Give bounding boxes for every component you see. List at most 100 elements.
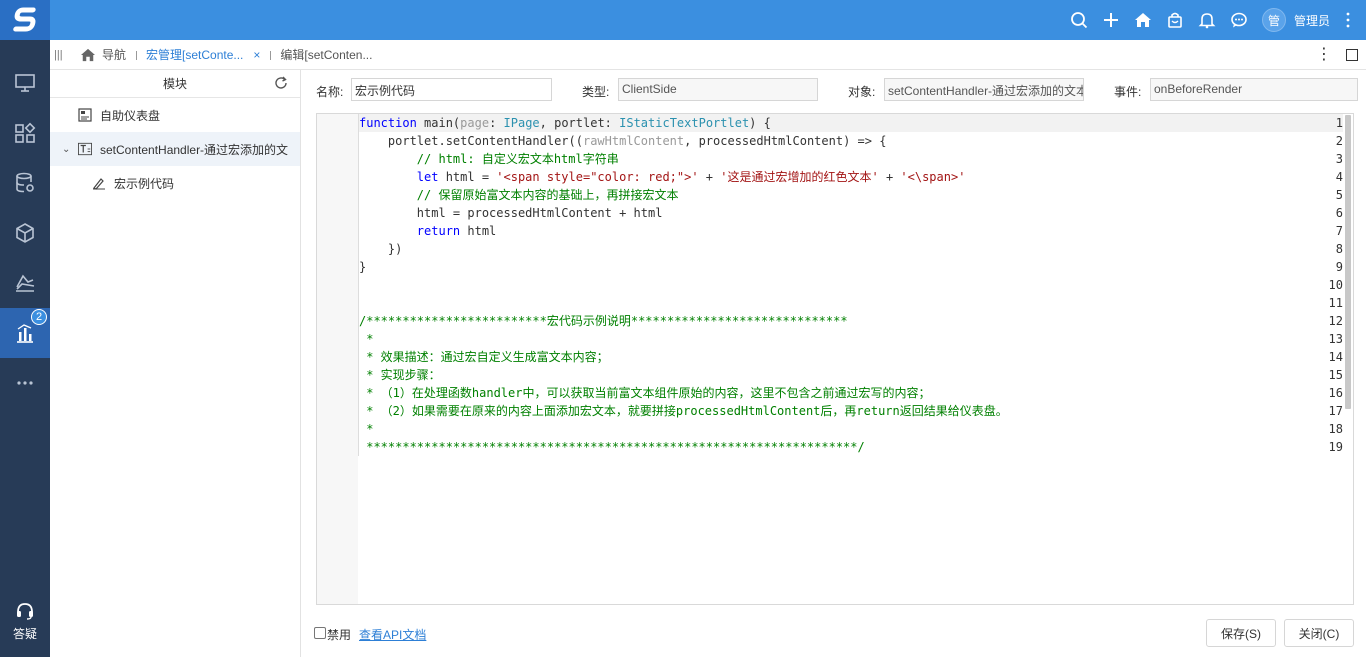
chart-layers-icon[interactable]: [0, 258, 50, 308]
avatar[interactable]: 管: [1261, 8, 1286, 32]
code-line: html = processedHtmlContent + html: [359, 204, 663, 222]
bell-icon[interactable]: [1198, 11, 1216, 29]
bar-chart-icon[interactable]: 2: [0, 308, 50, 358]
code-line: ****************************************…: [359, 438, 865, 456]
help-label: 答疑: [12, 626, 37, 641]
name-field[interactable]: 宏示例代码: [351, 78, 552, 101]
tab-nav[interactable]: 导航: [70, 40, 136, 70]
type-field[interactable]: ClientSide: [618, 78, 818, 101]
code-token: function: [359, 116, 417, 130]
tab-label: 编辑[setConten...: [280, 48, 373, 62]
line-number-gutter: [317, 114, 358, 604]
scrollbar-thumb[interactable]: [1345, 115, 1351, 409]
macro-icon: [92, 176, 106, 190]
code-token: '这是通过宏增加的红色文本': [720, 170, 879, 184]
help-button[interactable]: 答疑: [0, 596, 50, 646]
save-button[interactable]: 保存(S): [1206, 619, 1276, 647]
logo-icon: [13, 7, 36, 32]
api-docs-link[interactable]: 查看API文档: [359, 626, 426, 643]
code-line: return html: [359, 222, 496, 240]
tree-item-dashboard[interactable]: 自助仪表盘: [50, 98, 300, 132]
code-token: html = processedHtmlContent + html: [359, 206, 663, 220]
code-line: /*************************宏代码示例说明*******…: [359, 312, 848, 330]
line-number: 16: [1328, 386, 1343, 400]
text-icon: [78, 142, 92, 156]
object-field[interactable]: setContentHandler-通过宏添加的文本: [884, 78, 1084, 101]
line-number: 3: [1335, 152, 1343, 166]
headset-icon: [17, 602, 33, 620]
more-vertical-icon[interactable]: [1344, 11, 1352, 29]
code-token: // 保留原始富文本内容的基础上，再拼接宏文本: [359, 188, 679, 202]
code-token: page: [460, 116, 490, 130]
tab-macro-manager[interactable]: 宏管理[setConte... ×: [136, 40, 270, 70]
code-token: :: [489, 116, 504, 130]
dashboard-icon: [78, 108, 92, 122]
app-logo[interactable]: [0, 0, 50, 40]
more-icon[interactable]: [0, 358, 50, 408]
line-number: 8: [1335, 242, 1343, 256]
username[interactable]: 管理员: [1294, 12, 1330, 29]
disable-label: 禁用: [327, 628, 352, 642]
chat-icon[interactable]: [1230, 11, 1248, 29]
type-label: 类型:: [582, 85, 610, 99]
tree-item-label: 宏示例代码: [114, 176, 175, 191]
line-number: 10: [1328, 278, 1343, 292]
line-number: 18: [1328, 422, 1343, 436]
code-line: *: [359, 420, 373, 438]
code-token: * （1）在处理函数handler中，可以获取当前富文本组件原始的内容，这里不包…: [359, 386, 931, 400]
home-icon[interactable]: [1134, 11, 1152, 29]
search-icon[interactable]: [1070, 11, 1088, 29]
line-number: 19: [1328, 440, 1343, 454]
code-token: +: [878, 170, 901, 184]
database-gear-icon[interactable]: [0, 158, 50, 208]
code-editor[interactable]: 1 2 3 4 5 6 7 8 9 10 11 12 13 14 15 16 17 18 19 function m…: [316, 113, 1354, 605]
tree-item-portlet[interactable]: ⌄ setContentHandler-通过宏添加的文: [50, 132, 300, 166]
line-number: 1: [1335, 116, 1343, 130]
code-line: // 保留原始富文本内容的基础上，再拼接宏文本: [359, 186, 679, 204]
tab-nav-label: 导航: [102, 48, 127, 62]
name-label: 名称:: [316, 85, 344, 99]
line-number: 7: [1335, 224, 1343, 238]
panel-header: 模块: [50, 70, 300, 98]
code-token: html: [460, 224, 497, 238]
code-token: IStaticTextPortlet: [619, 116, 750, 130]
code-token: , processedHtmlContent) => {: [684, 134, 887, 148]
code-token: * （2）如果需要在原来的内容上面添加宏文本，就要拼接processedHtml…: [359, 404, 1008, 418]
code-token: }): [359, 242, 403, 256]
cube-icon[interactable]: [0, 208, 50, 258]
top-bar: 管 管理员: [0, 0, 1366, 40]
vertical-scrollbar[interactable]: [1343, 114, 1353, 604]
chevron-down-icon[interactable]: ⌄: [62, 144, 72, 155]
tab-editor[interactable]: 编辑[setConten...: [270, 40, 382, 70]
line-number: 9: [1335, 260, 1343, 274]
code-token: ) {: [749, 116, 771, 130]
plus-icon[interactable]: [1102, 11, 1120, 29]
more-vertical-icon[interactable]: ⋮: [1316, 47, 1332, 63]
refresh-icon[interactable]: [274, 76, 288, 90]
monitor-icon[interactable]: [0, 58, 50, 108]
code-token: html =: [438, 170, 497, 184]
line-number: 15: [1328, 368, 1343, 382]
line-number: 2: [1335, 134, 1343, 148]
code-token: ****************************************…: [359, 440, 865, 454]
code-line: }): [359, 240, 402, 258]
tree-item-label: setContentHandler-通过宏添加的文: [100, 142, 289, 157]
code-token: +: [698, 170, 721, 184]
code-token: return: [416, 224, 461, 238]
tab-label: 宏管理[setConte...: [146, 48, 244, 62]
tab-menu-icon[interactable]: |||: [54, 49, 70, 61]
code-token: // html: 自定义宏文本html字符串: [359, 152, 619, 166]
tree-item-macro[interactable]: 宏示例代码: [50, 166, 300, 200]
code-token: }: [359, 260, 367, 274]
code-token: *: [359, 422, 374, 436]
widgets-icon[interactable]: [0, 108, 50, 158]
event-field[interactable]: onBeforeRender: [1150, 78, 1358, 101]
bag-icon[interactable]: [1166, 11, 1184, 29]
close-button[interactable]: 关闭(C): [1284, 619, 1354, 647]
close-icon[interactable]: ×: [253, 48, 260, 62]
disable-checkbox[interactable]: [314, 627, 326, 639]
line-number: 6: [1335, 206, 1343, 220]
maximize-icon[interactable]: [1346, 49, 1358, 61]
tab-bar: ||| 导航 宏管理[setConte... × 编辑[setConten...…: [50, 40, 1366, 70]
